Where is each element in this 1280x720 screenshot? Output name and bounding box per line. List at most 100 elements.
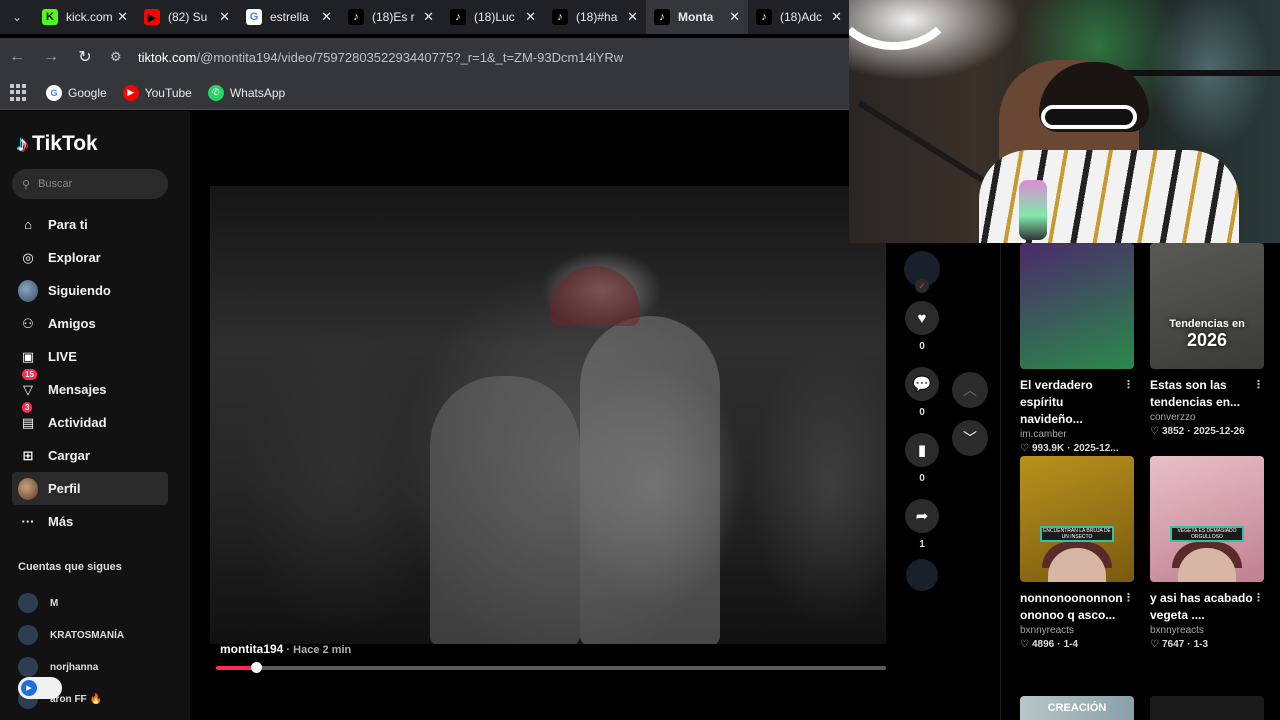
- following-avatar-icon: [18, 279, 38, 302]
- floating-toggle[interactable]: ▶: [18, 677, 62, 699]
- related-video-title: El verdadero espíritu navideño... ⋮: [1020, 377, 1134, 428]
- tiktok-note-icon: ♪: [17, 131, 28, 156]
- tab-close-icon[interactable]: ✕: [627, 9, 638, 25]
- sidebar-item-siguiendo[interactable]: Siguiendo: [12, 274, 168, 307]
- bookmark-google[interactable]: G Google: [46, 84, 107, 101]
- creator-avatar[interactable]: ✓: [904, 251, 940, 293]
- followed-check-icon[interactable]: ✓: [915, 279, 929, 293]
- browser-tab[interactable]: ♪ (18)#ha ✕: [544, 0, 646, 34]
- video-meta: montita194 · Hace 2 min: [220, 642, 351, 656]
- search-input[interactable]: [38, 178, 149, 190]
- tab-close-icon[interactable]: ✕: [729, 9, 740, 25]
- tab-title: (18)#ha: [576, 10, 618, 24]
- video-username[interactable]: montita194: [220, 642, 283, 656]
- more-options-icon[interactable]: ⋮: [1253, 377, 1264, 411]
- more-options-icon[interactable]: ⋮: [1123, 590, 1134, 624]
- heart-icon[interactable]: ♥: [905, 301, 939, 335]
- following-account-name: KRATOSMANÍA: [50, 629, 125, 641]
- avatar: [18, 625, 38, 645]
- browser-tab[interactable]: ▶ (82) Su ✕: [136, 0, 238, 34]
- related-video-thumbnail[interactable]: [1020, 243, 1134, 369]
- video-player[interactable]: [210, 186, 886, 644]
- share-icon[interactable]: ➦: [905, 499, 939, 533]
- sidebar-item-mensajes[interactable]: ▽ 15 Mensajes: [12, 369, 168, 406]
- following-section-title: Cuentas que sigues: [18, 561, 122, 573]
- related-video-author[interactable]: bxnnyreacts: [1150, 625, 1264, 636]
- sidebar-item-amigos[interactable]: ⚇ Amigos: [12, 307, 168, 340]
- sidebar-item-live[interactable]: ▣ LIVE: [12, 340, 168, 373]
- back-arrow-icon[interactable]: ←: [0, 48, 34, 66]
- browser-tab[interactable]: ♪ (18)Adc ✕: [748, 0, 850, 34]
- more-options-icon[interactable]: ⋮: [1253, 590, 1264, 624]
- browser-tab[interactable]: ♪ Monta ✕: [646, 0, 748, 34]
- tab-close-icon[interactable]: ✕: [321, 9, 332, 25]
- related-video-card[interactable]: ENCUENTRAN LA BRUJA DE UN INSECTO nonnono…: [1020, 456, 1134, 650]
- related-video-date: 2025-12-26: [1193, 426, 1245, 437]
- related-video-title: nonnonoononnon ononoo q asco... ⋮: [1020, 590, 1134, 624]
- heart-outline-icon: ♡: [1150, 426, 1159, 437]
- related-video-card[interactable]: VEGETA ES DEMASIADO ORGULLOSO y asi has a…: [1150, 456, 1264, 650]
- separator: ·: [1067, 443, 1071, 454]
- browser-tab[interactable]: ♪ (18)Es r ✕: [340, 0, 442, 34]
- apps-grid-icon[interactable]: [10, 83, 28, 102]
- google-icon: G: [246, 9, 262, 25]
- related-video-thumbnail[interactable]: Tendencias en 2026: [1150, 243, 1264, 369]
- play-icon: ▶: [21, 680, 37, 696]
- home-icon: ⌂: [24, 217, 32, 232]
- related-video-thumbnail[interactable]: ENCUENTRAN LA BRUJA DE UN INSECTO: [1020, 456, 1134, 582]
- tiktok-logo[interactable]: ♪ TikTok: [17, 131, 98, 157]
- tiktok-wordmark: TikTok: [32, 132, 98, 155]
- sidebar-item-actividad[interactable]: ▤ 3 Actividad: [12, 402, 168, 439]
- following-account-name: norjhanna: [50, 661, 99, 673]
- search-box[interactable]: ⚲: [12, 169, 168, 199]
- tab-close-icon[interactable]: ✕: [423, 9, 434, 25]
- related-video-card[interactable]: Tendencias en 2026 Estas son las tendencia…: [1150, 243, 1264, 437]
- related-video-author[interactable]: converzzo: [1150, 412, 1264, 423]
- heart-outline-icon: ♡: [1150, 639, 1159, 650]
- browser-tab[interactable]: ♪ (18)Luc ✕: [442, 0, 544, 34]
- related-video-stats: ♡ 7647 · 1-3: [1150, 639, 1264, 650]
- sidebar-item-más[interactable]: ··· Más: [12, 505, 168, 538]
- music-disc-icon[interactable]: [906, 559, 938, 591]
- sidebar-item-perfil[interactable]: Perfil: [12, 472, 168, 505]
- tab-close-icon[interactable]: ✕: [831, 9, 842, 25]
- address-bar[interactable]: ⚙ tiktok.com/@montita194/video/759728035…: [110, 42, 850, 72]
- browser-tab[interactable]: Kkick.com ✕: [34, 0, 136, 34]
- previous-video-chevron-up-icon[interactable]: ︿: [952, 372, 988, 408]
- like-count: 0: [919, 341, 925, 352]
- next-video-chevron-down-icon[interactable]: ﹀: [952, 420, 988, 456]
- bookmark-icon[interactable]: ▮: [905, 433, 939, 467]
- tab-close-icon[interactable]: ✕: [219, 9, 230, 25]
- tab-close-icon[interactable]: ✕: [117, 9, 128, 25]
- tab-search-chevron-icon[interactable]: ⌄: [0, 0, 34, 34]
- related-video-thumbnail-partial[interactable]: [1150, 696, 1264, 720]
- forward-arrow-icon[interactable]: →: [34, 48, 68, 66]
- more-options-icon[interactable]: ⋮: [1123, 377, 1134, 428]
- site-settings-icon[interactable]: ⚙: [110, 49, 132, 65]
- url-path: /@montita194/video/7597280352293440775?_…: [196, 49, 624, 65]
- whatsapp-icon: ✆: [207, 84, 224, 101]
- bookmark-whatsapp[interactable]: ✆ WhatsApp: [207, 84, 285, 101]
- comment-icon[interactable]: 💬: [905, 367, 939, 401]
- tab-close-icon[interactable]: ✕: [525, 9, 536, 25]
- related-video-author[interactable]: im.camber: [1020, 429, 1134, 440]
- sidebar-item-explorar[interactable]: ◎ Explorar: [12, 241, 168, 274]
- related-video-author[interactable]: bxnnyreacts: [1020, 625, 1134, 636]
- related-video-thumbnail[interactable]: VEGETA ES DEMASIADO ORGULLOSO: [1150, 456, 1264, 582]
- related-video-card[interactable]: El verdadero espíritu navideño... ⋮ im.cam…: [1020, 243, 1134, 454]
- following-account[interactable]: M: [18, 587, 178, 619]
- sidebar-item-label: Actividad: [48, 415, 107, 430]
- browser-tab[interactable]: Gestrella ✕: [238, 0, 340, 34]
- save-action: ▮ 0: [902, 433, 942, 485]
- progress-thumb[interactable]: [251, 662, 263, 673]
- bookmark-youtube[interactable]: ▶ YouTube: [122, 84, 192, 101]
- reload-icon[interactable]: ↻: [68, 47, 102, 67]
- related-video-thumbnail-partial[interactable]: CREACIÓN: [1020, 696, 1134, 720]
- sidebar-item-cargar[interactable]: ⊞ Cargar: [12, 439, 168, 472]
- video-progress-bar[interactable]: [216, 662, 886, 673]
- bookmarks-bar: G Google ▶ YouTube ✆ WhatsApp: [0, 76, 850, 110]
- thumbnail-caption-box: ENCUENTRAN LA BRUJA DE UN INSECTO: [1040, 526, 1114, 542]
- sidebar-item-para-ti[interactable]: ⌂ Para ti: [12, 208, 168, 241]
- following-account[interactable]: KRATOSMANÍA: [18, 619, 178, 651]
- tab-title: (82) Su: [168, 10, 208, 24]
